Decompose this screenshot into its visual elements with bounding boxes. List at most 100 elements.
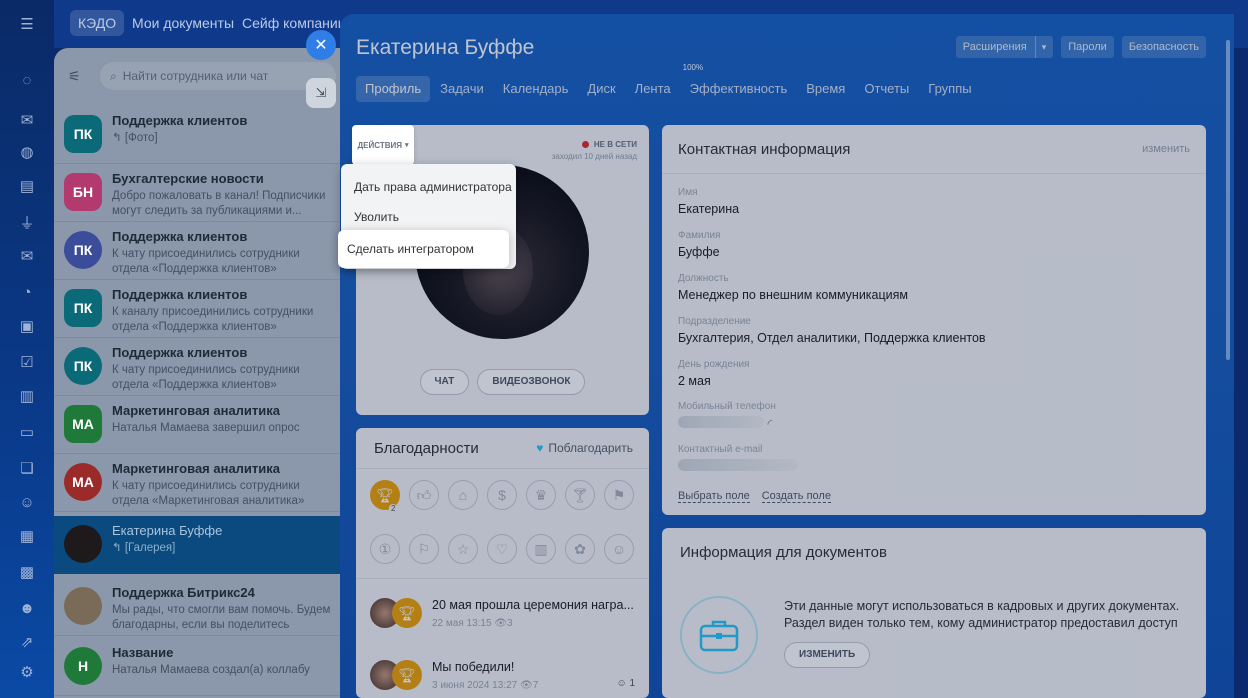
tab-feed[interactable]: Лента [626,76,680,102]
chat-list-item[interactable]: Поддержка Битрикс24 Мы рады, что смогли … [54,578,350,636]
chat-preview: К каналу присоединились сотрудники отдел… [112,306,314,333]
edit-link[interactable]: изменить [1142,143,1190,155]
video-call-button[interactable]: ВИДЕОЗВОНОК [477,369,586,395]
chat-list-item[interactable]: ПК Поддержка клиентов ↰ [Фото] [54,106,350,164]
card-icon[interactable]: ▭ [17,422,37,442]
chat-list-item[interactable]: МА Маркетинговая аналитика Наталья Мамае… [54,396,350,454]
search-input[interactable]: ⌕ Найти сотрудника или чат [100,62,336,90]
chat-name: Поддержка клиентов [112,113,248,128]
avatar [64,525,102,563]
number-one-icon[interactable]: ① [370,534,400,564]
tab-time[interactable]: Время [797,76,854,102]
actions-button[interactable]: ДЕЙСТВИЯ ▾ [352,125,414,165]
tab-groups[interactable]: Группы [919,76,980,102]
tab-disk[interactable]: Диск [578,76,624,102]
reaction-count[interactable]: ☺ 1 [616,678,635,689]
chat-list-item[interactable]: БН Бухгалтерские новости Добро пожаловат… [54,164,350,222]
check-icon[interactable]: ☑ [17,352,37,372]
cocktail-icon[interactable]: 🍸︎ [565,480,595,510]
collapse-icon[interactable]: ⇲ [306,78,336,108]
schedule-icon[interactable]: ▩ [17,562,37,582]
passwords-button[interactable]: Пароли [1061,36,1114,58]
thanks-post[interactable]: 🏆︎ 20 мая прошла церемония награ... 22 м… [370,596,635,636]
contacts-icon[interactable]: ▣ [17,316,37,336]
filter-icon[interactable]: ⚟ [68,68,88,85]
chat-list-item-active[interactable]: Екатерина Буффе ↰ [Галерея] [54,516,350,574]
thanks-card: Благодарности ♥ Поблагодарить 🏆︎ 2 👍︎ ⌂ $… [356,428,649,698]
briefcase-icon [680,596,758,674]
chat-list-item[interactable]: ПК Поддержка клиентов К чату присоединил… [54,222,350,280]
team-icon[interactable]: ☻ [17,598,37,618]
trophy-icon[interactable]: 🏆︎ 2 [370,480,400,513]
scrollbar[interactable] [1226,40,1230,360]
chat-button[interactable]: ЧАТ [419,369,470,395]
pin-icon[interactable]: ⇗ [17,632,37,652]
chat-list-item[interactable]: МА Маркетинговая аналитика К чату присое… [54,454,350,512]
field-first-name: Имя Екатерина [678,187,740,216]
tab-efficiency[interactable]: 100% Эффективность [681,63,797,102]
chat-list-item[interactable]: Н Название Наталья Мамаева создал(а) кол… [54,638,350,696]
tasks-icon[interactable]: ▤ [17,176,37,196]
cake-icon[interactable]: ⚑ [604,480,634,510]
security-button[interactable]: Безопасность [1121,36,1206,58]
tab-profile[interactable]: Профиль [356,76,431,102]
avatar [64,587,102,625]
globe-icon[interactable]: ◍ [17,142,37,162]
star-icon[interactable]: ☆ [448,534,478,564]
crown-icon[interactable]: ♛ [526,480,556,510]
thank-label: Поблагодарить [548,441,633,455]
menu-item-make-integrator[interactable]: Сделать интегратором [338,230,509,268]
chat-list-item[interactable]: ПК Поддержка клиентов К чату присоединил… [54,338,350,396]
tab-efficiency-label: Эффективность [689,81,788,96]
chevron-down-icon[interactable]: ▾ [1034,36,1046,58]
trophy-icon: 🏆︎ [392,598,422,628]
messenger-icon[interactable]: ✉ [17,110,37,130]
avatar: Н [64,647,102,685]
calendar-icon[interactable]: ▦ [17,526,37,546]
chat-list-item[interactable]: ПК Поддержка клиентов К каналу присоедин… [54,280,350,338]
close-icon[interactable]: ✕ [306,30,336,60]
create-field-link[interactable]: Создать поле [761,490,831,503]
thanks-post[interactable]: 🏆︎ Мы победили! 3 июня 2024 13:27 👁︎7 ☺ … [370,658,635,698]
tab-reports[interactable]: Отчеты [855,76,918,102]
tab-tasks[interactable]: Задачи [431,76,493,102]
menu-item-admin-rights[interactable]: Дать права администратора [354,180,512,194]
post-title: 20 мая прошла церемония награ... [432,598,634,612]
beer-icon[interactable]: ▥ [526,534,556,564]
field-birthday: День рождения 2 мая [678,359,750,388]
tab-calendar[interactable]: Календарь [494,76,578,102]
field-mobile-phone: Мобильный телефон ◜ [678,401,776,431]
thumbs-up-icon[interactable]: 👍︎ [409,480,439,510]
money-icon[interactable]: $ [487,480,517,510]
thank-button[interactable]: ♥ Поблагодарить [536,441,633,455]
chat-name: Поддержка Битрикс24 [112,585,255,600]
filter-icon[interactable]: ⏚ [17,212,37,232]
tab-kedo[interactable]: КЭДО [70,10,125,36]
crm-icon[interactable]: ◔ [17,282,37,302]
smile-icon[interactable]: ☺ [604,534,634,564]
search-icon: ⌕ [110,68,117,83]
document-icon[interactable]: ▥ [17,386,37,406]
mail-icon[interactable]: ✉ [17,246,37,266]
menu-icon[interactable]: ☰ [17,14,37,34]
avatar: ПК [64,115,102,153]
choose-field-link[interactable]: Выбрать поле [678,490,750,503]
tab-my-documents[interactable]: Мои документы [124,10,242,36]
chats-icon[interactable]: ❏ [17,458,37,478]
menu-item-dismiss[interactable]: Уволить [354,210,399,224]
heart-outline-icon[interactable]: ♡ [487,534,517,564]
badges-row-2: ① ⚐ ☆ ♡ ▥ ✿ ☺ [370,534,634,564]
flower-icon[interactable]: ✿ [565,534,595,564]
offline-dot-icon [581,141,589,148]
avatar: БН [64,173,102,211]
edit-documents-button[interactable]: ИЗМЕНИТЬ [784,642,871,668]
tab-company-safe[interactable]: Сейф компании [234,10,354,36]
settings-icon[interactable]: ⚙ [17,662,37,682]
extensions-button[interactable]: Расширения ▾ [955,36,1054,58]
gift-icon[interactable]: ⌂ [448,480,478,510]
chat-icon[interactable]: ◌ [17,70,37,90]
flag-icon[interactable]: ⚐ [409,534,439,564]
field-email: Контактный e-mail [678,444,798,474]
chat-preview: ↰ [Фото] [112,132,158,144]
robot-icon[interactable]: ☺ [17,492,37,512]
